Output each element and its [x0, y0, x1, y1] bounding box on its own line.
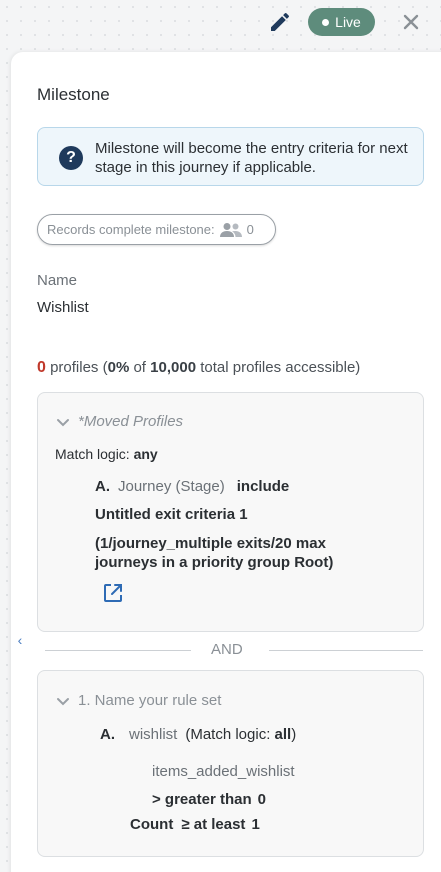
count-row: Count ≥ at least 1	[130, 816, 260, 833]
name-value[interactable]: Wishlist	[37, 299, 89, 316]
rule-source: wishlist	[129, 726, 178, 743]
rule-letter: A.	[100, 726, 115, 743]
chevron-down-icon[interactable]	[56, 418, 70, 428]
records-label: Records complete milestone:	[47, 222, 215, 237]
name-label: Name	[37, 272, 78, 289]
collapse-panel-chevron-icon[interactable]: ‹	[11, 629, 29, 651]
rule-set-title[interactable]: 1. Name your rule set	[78, 692, 221, 709]
profiles-total: 10,000	[150, 359, 197, 376]
condition-row: > greater than 0	[152, 791, 266, 808]
rule-row: A. wishlist (Match logic: all)	[100, 726, 296, 743]
profiles-suffix: total profiles accessible)	[200, 359, 361, 376]
records-complete-pill[interactable]: Records complete milestone: 0	[37, 214, 276, 245]
rule-letter: A.	[95, 478, 110, 495]
live-dot-icon	[322, 18, 330, 26]
pencil-icon[interactable]	[268, 10, 292, 34]
match-logic-value: all	[274, 726, 292, 743]
condition-operator: > greater than	[152, 791, 252, 808]
rule-row: A. Journey (Stage) include	[95, 478, 289, 495]
profiles-percent: 0%	[107, 359, 130, 376]
condition-value: 0	[257, 791, 266, 808]
chevron-down-icon[interactable]	[56, 697, 70, 707]
question-circle-icon: ?	[59, 146, 83, 170]
close-icon[interactable]	[400, 11, 422, 33]
count-value: 1	[251, 816, 260, 833]
status-label: Live	[335, 14, 361, 30]
journey-description: (1/journey_multiple exits/20 max journey…	[95, 535, 334, 571]
exit-criteria-name: Untitled exit criteria 1	[95, 506, 248, 523]
section-title[interactable]: *Moved Profiles	[78, 413, 183, 430]
count-label: Count	[130, 816, 174, 833]
and-label: AND	[211, 641, 243, 658]
match-logic-label: (Match logic:	[185, 726, 271, 743]
panel-title: Milestone	[37, 85, 110, 104]
match-logic-close: )	[291, 726, 297, 743]
records-count: 0	[246, 222, 254, 237]
event-name: items_added_wishlist	[152, 763, 295, 780]
info-callout: ? Milestone will become the entry criter…	[37, 127, 424, 186]
external-link-icon[interactable]	[102, 582, 124, 604]
top-toolbar: Live	[0, 0, 441, 46]
match-logic: Match logic: any	[55, 446, 158, 462]
rule-set-section: 1. Name your rule set A. wishlist (Match l…	[37, 670, 424, 857]
people-icon	[219, 222, 243, 238]
rule-operator: include	[236, 478, 290, 495]
profiles-count: 0	[37, 359, 46, 376]
and-separator: AND	[45, 641, 425, 661]
profiles-summary: 0 profiles (0% of 10,000 total profiles …	[37, 359, 360, 377]
match-logic-value: any	[133, 446, 158, 462]
milestone-panel: ‹ Milestone ? Milestone will become the …	[11, 52, 441, 872]
status-badge: Live	[308, 8, 375, 36]
info-text: Milestone will become the entry criteria…	[95, 140, 408, 176]
rule-source: Journey (Stage)	[118, 478, 225, 495]
moved-profiles-section: *Moved Profiles Match logic: any A. Journ…	[37, 392, 424, 632]
count-operator: ≥ at least	[181, 816, 246, 833]
profiles-word: profiles (	[50, 359, 108, 376]
match-logic-label: Match logic:	[55, 446, 130, 462]
profiles-of: of	[133, 359, 146, 376]
divider	[269, 650, 423, 651]
divider	[45, 650, 191, 651]
